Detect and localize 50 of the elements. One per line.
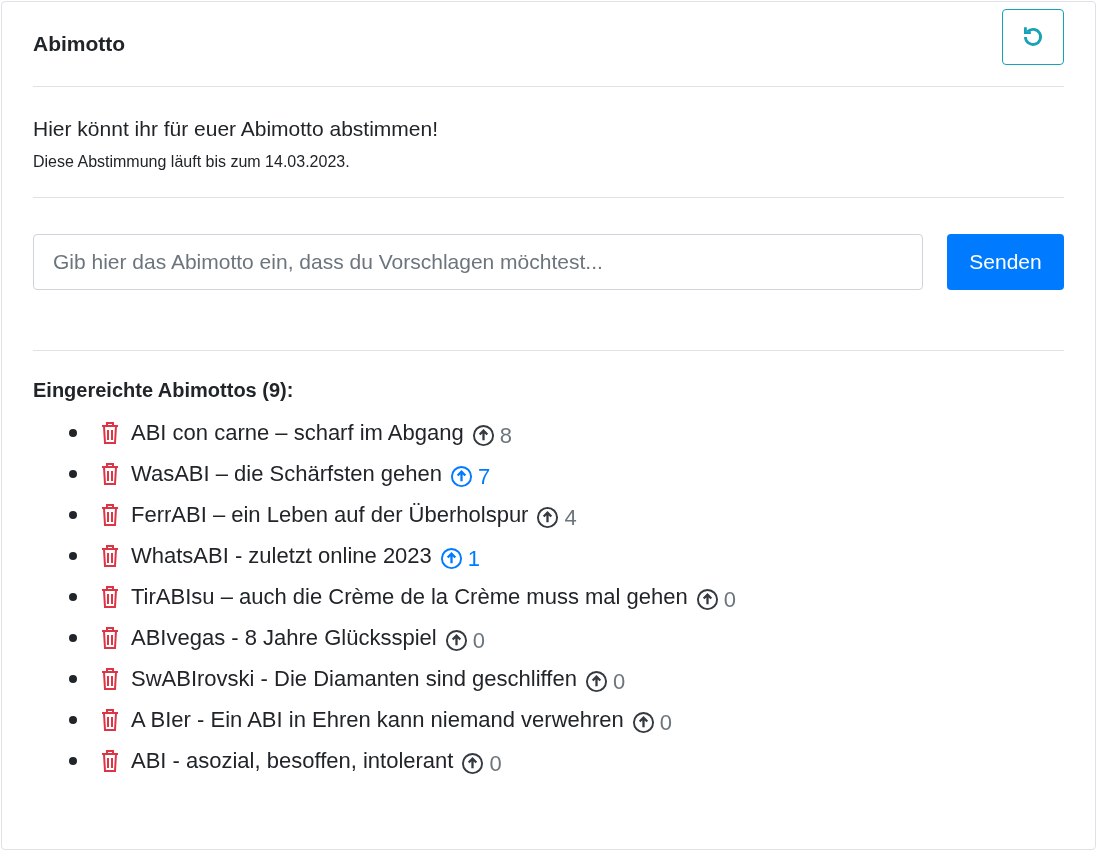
motto-text: ABIvegas - 8 Jahre Glücksspiel xyxy=(131,624,437,651)
vote-count: 0 xyxy=(489,750,502,777)
motto-text: FerrABI – ein Leben auf der Überholspur xyxy=(131,501,529,528)
trash-icon[interactable] xyxy=(100,502,120,527)
trash-icon[interactable] xyxy=(100,666,120,691)
vote-count: 0 xyxy=(659,709,673,736)
motto-input-field[interactable]: Gib hier das Abimotto ein, dass du Vorschlagen möchtest... xyxy=(33,234,923,290)
upvote-icon[interactable] xyxy=(584,670,608,693)
vote-count: 0 xyxy=(612,668,626,695)
vote-count: 4 xyxy=(564,504,577,531)
bullet xyxy=(69,551,77,560)
upvote-icon[interactable] xyxy=(444,629,468,652)
bullet xyxy=(69,674,77,683)
bullet xyxy=(69,633,77,642)
trash-icon[interactable] xyxy=(100,420,120,445)
upvote-icon[interactable] xyxy=(471,424,495,447)
motto-text: ABI con carne – scharf im Abgang xyxy=(131,419,464,446)
vote-count: 0 xyxy=(723,586,736,613)
motto-text: TirABIsu – auch die Crème de la Crème muss mal gehen xyxy=(131,583,688,610)
motto-text: SwABIrovski - Die Diamanten sind geschliffen xyxy=(131,665,577,692)
upvote-icon[interactable] xyxy=(536,506,560,529)
bullet xyxy=(69,715,77,724)
refresh-button[interactable] xyxy=(1002,9,1064,65)
bullet xyxy=(69,756,77,765)
bullet xyxy=(69,510,77,519)
motto-text: A BIer - Ein ABI in Ehren kann niemand verwehren xyxy=(131,706,624,733)
bullet xyxy=(69,469,77,478)
upvote-icon[interactable] xyxy=(695,588,719,611)
bullet xyxy=(69,428,77,437)
deadline-text: Diese Abstimmung läuft bis zum 14.03.2023. xyxy=(33,153,351,171)
vote-count: 7 xyxy=(478,463,491,490)
trash-icon[interactable] xyxy=(100,707,120,732)
upvote-icon[interactable] xyxy=(461,752,485,775)
upvote-icon[interactable] xyxy=(631,711,655,734)
trash-icon[interactable] xyxy=(100,543,120,568)
send-button[interactable]: Senden xyxy=(947,234,1064,290)
trash-icon[interactable] xyxy=(100,584,120,609)
list-heading: Eingereichte Abimottos (9): xyxy=(33,379,295,402)
motto-text: WhatsABI - zuletzt online 2023 xyxy=(131,542,432,569)
trash-icon[interactable] xyxy=(100,625,120,650)
motto-text: ABI - asozial, besoffen, intolerant xyxy=(131,747,454,774)
vote-count: 8 xyxy=(499,422,512,449)
card-title: Abimotto xyxy=(33,32,126,56)
trash-icon[interactable] xyxy=(100,748,120,773)
vote-count: 1 xyxy=(467,545,481,572)
motto-text: WasABI – die Schärfsten gehen xyxy=(131,460,443,487)
intro-text: Hier könnt ihr für euer Abimotto abstimmen! xyxy=(33,117,439,141)
trash-icon[interactable] xyxy=(100,461,120,486)
bullet xyxy=(69,592,77,601)
vote-count: 0 xyxy=(472,627,485,654)
